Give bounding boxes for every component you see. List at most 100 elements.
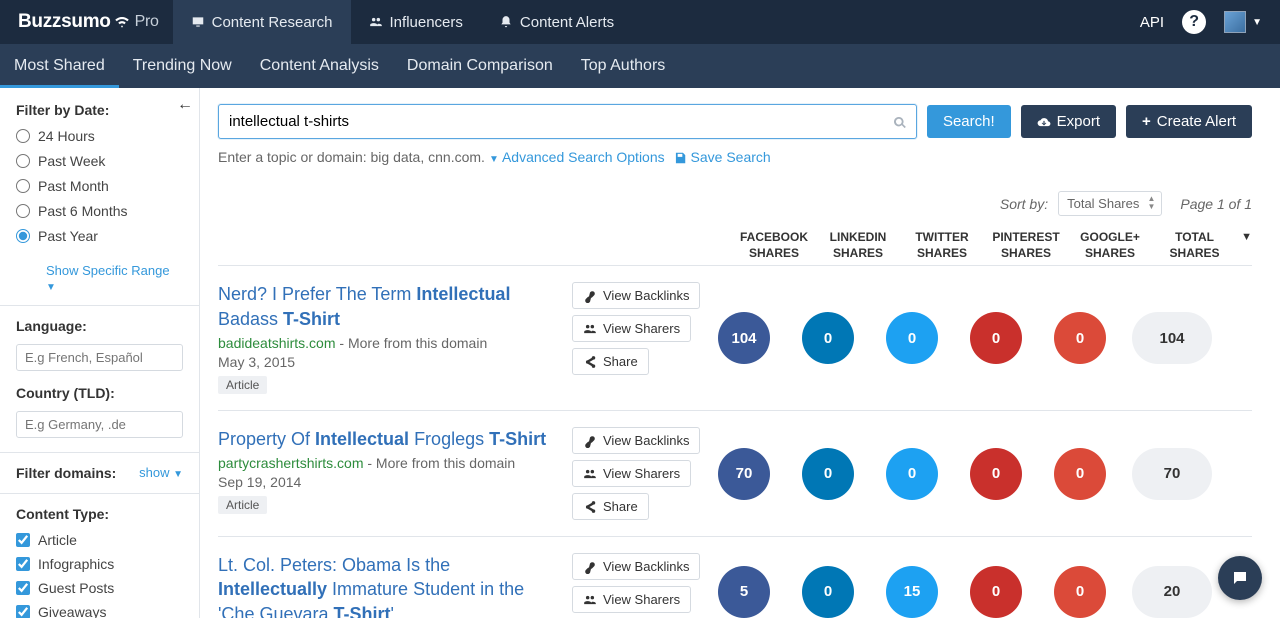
result-date: May 3, 2015 [218, 354, 560, 370]
language-input[interactable] [16, 344, 183, 371]
date-option-6months[interactable]: Past 6 Months [16, 203, 183, 219]
subnav-content-analysis[interactable]: Content Analysis [246, 44, 393, 88]
date-option-month[interactable]: Past Month [16, 178, 183, 194]
page-indicator: Page 1 of 1 [1180, 196, 1252, 212]
view-backlinks-button[interactable]: View Backlinks [572, 427, 700, 454]
caret-down-icon: ▼ [1252, 17, 1262, 28]
nav-influencers[interactable]: Influencers [351, 0, 481, 44]
view-sharers-button[interactable]: View Sharers [572, 460, 691, 487]
sort-row: Sort by: Total Shares ▲▼ Page 1 of 1 [218, 191, 1252, 216]
wifi-icon [113, 10, 131, 28]
users-icon [369, 15, 383, 29]
sidebar: ← Filter by Date: 24 Hours Past Week Pas… [0, 88, 200, 618]
logo-plan: Pro [135, 13, 159, 31]
main: Search! Export +Create Alert Enter a top… [200, 88, 1280, 618]
share-icon [583, 500, 597, 514]
avatar [1224, 11, 1246, 33]
advanced-search-link[interactable]: ▼ Advanced Search Options [489, 149, 665, 165]
date-option-year[interactable]: Past Year [16, 228, 183, 244]
top-nav: Buzzsumo Pro Content Research Influencer… [0, 0, 1280, 44]
content-type-list: Article Infographics Guest Posts Giveawa… [0, 532, 199, 618]
result-title[interactable]: Nerd? I Prefer The Term Intellectual Bad… [218, 282, 560, 331]
col-li: LINKEDIN SHARES [816, 230, 900, 261]
link-icon [583, 434, 597, 448]
create-alert-button[interactable]: +Create Alert [1126, 105, 1252, 138]
tw-shares: 15 [886, 566, 938, 618]
subnav-top-authors[interactable]: Top Authors [567, 44, 680, 88]
user-menu[interactable]: ▼ [1224, 11, 1262, 33]
link-icon [583, 560, 597, 574]
search-input[interactable] [218, 104, 917, 139]
col-total[interactable]: TOTAL SHARES▼ [1152, 230, 1252, 261]
chat-icon [1231, 569, 1249, 587]
sort-label: Sort by: [1000, 196, 1048, 212]
search-icon[interactable] [893, 113, 907, 129]
pi-shares: 0 [970, 312, 1022, 364]
sort-select[interactable]: Total Shares ▲▼ [1058, 191, 1162, 216]
date-option-24h[interactable]: 24 Hours [16, 128, 183, 144]
sort-desc-icon: ▼ [1241, 230, 1252, 244]
nav-content-research[interactable]: Content Research [173, 0, 351, 44]
tw-shares: 0 [886, 448, 938, 500]
show-specific-range[interactable]: Show Specific Range ▼ [0, 263, 199, 305]
subnav-domain-comparison[interactable]: Domain Comparison [393, 44, 567, 88]
share-button[interactable]: Share [572, 493, 649, 520]
col-gp: GOOGLE+ SHARES [1068, 230, 1152, 261]
help-fab[interactable] [1218, 556, 1262, 600]
result-tag: Article [218, 496, 267, 514]
nav-content-alerts[interactable]: Content Alerts [481, 0, 632, 44]
pi-shares: 0 [970, 448, 1022, 500]
monitor-icon [191, 15, 205, 29]
result-title[interactable]: Property Of Intellectual Froglegs T-Shir… [218, 427, 560, 451]
date-filter-list: 24 Hours Past Week Past Month Past 6 Mon… [0, 128, 199, 263]
help-icon[interactable]: ? [1182, 10, 1206, 34]
users-icon [583, 593, 597, 607]
gp-shares: 0 [1054, 566, 1106, 618]
total-shares: 70 [1132, 448, 1212, 500]
content-type-title: Content Type: [0, 506, 199, 522]
ct-giveaways[interactable]: Giveaways [16, 604, 183, 618]
result-date: Sep 19, 2014 [218, 474, 560, 490]
result-row: Lt. Col. Peters: Obama Is the Intellectu… [218, 537, 1252, 618]
col-tw: TWITTER SHARES [900, 230, 984, 261]
date-option-week[interactable]: Past Week [16, 153, 183, 169]
result-domain[interactable]: partycrashertshirts.com [218, 455, 363, 471]
country-title: Country (TLD): [0, 385, 199, 401]
result-domain[interactable]: badideatshirts.com [218, 335, 336, 351]
cloud-download-icon [1037, 115, 1051, 129]
share-button[interactable]: Share [572, 348, 649, 375]
save-search-link[interactable]: Save Search [673, 149, 771, 165]
logo[interactable]: Buzzsumo Pro [0, 0, 173, 44]
save-icon [673, 151, 687, 165]
search-hint: Enter a topic or domain: big data, cnn.c… [218, 149, 1252, 165]
sub-nav: Most Shared Trending Now Content Analysi… [0, 44, 1280, 88]
fb-shares: 70 [718, 448, 770, 500]
users-icon [583, 322, 597, 336]
country-input[interactable] [16, 411, 183, 438]
gp-shares: 0 [1054, 312, 1106, 364]
view-sharers-button[interactable]: View Sharers [572, 586, 691, 613]
nav-api[interactable]: API [1140, 14, 1164, 31]
export-button[interactable]: Export [1021, 105, 1116, 138]
ct-guest-posts[interactable]: Guest Posts [16, 580, 183, 596]
total-shares: 20 [1132, 566, 1212, 618]
gp-shares: 0 [1054, 448, 1106, 500]
result-domain-line: badideatshirts.com - More from this doma… [218, 335, 560, 351]
view-backlinks-button[interactable]: View Backlinks [572, 282, 700, 309]
subnav-most-shared[interactable]: Most Shared [0, 44, 119, 88]
pi-shares: 0 [970, 566, 1022, 618]
col-pi: PINTEREST SHARES [984, 230, 1068, 261]
share-icon [583, 355, 597, 369]
filter-domains-show[interactable]: show ▼ [139, 465, 183, 481]
subnav-trending-now[interactable]: Trending Now [119, 44, 246, 88]
ct-infographics[interactable]: Infographics [16, 556, 183, 572]
search-button[interactable]: Search! [927, 105, 1011, 138]
result-tag: Article [218, 376, 267, 394]
li-shares: 0 [802, 448, 854, 500]
ct-article[interactable]: Article [16, 532, 183, 548]
collapse-sidebar-icon[interactable]: ← [177, 96, 193, 114]
view-sharers-button[interactable]: View Sharers [572, 315, 691, 342]
result-title[interactable]: Lt. Col. Peters: Obama Is the Intellectu… [218, 553, 560, 618]
result-row: Property Of Intellectual Froglegs T-Shir… [218, 411, 1252, 537]
view-backlinks-button[interactable]: View Backlinks [572, 553, 700, 580]
